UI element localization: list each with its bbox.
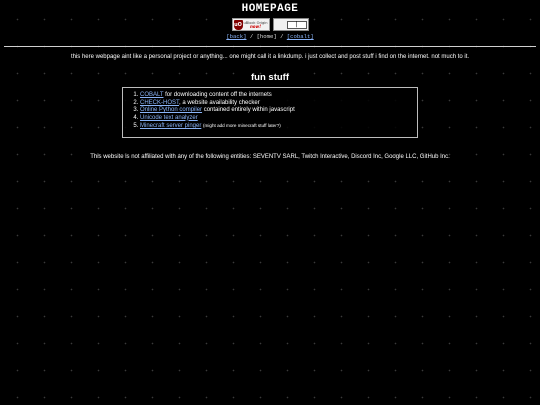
link-description: , a website availability checker	[179, 99, 260, 106]
check-host-link[interactable]: CHECK-HOST	[140, 100, 179, 106]
link-description: contained entirely within javascript	[202, 107, 295, 113]
ublock-badge-text: uBlock Origin now!	[244, 21, 268, 29]
python-compiler-link[interactable]: Online Python compiler	[140, 107, 202, 113]
badge-row: uO uBlock Origin now! |	[0, 17, 540, 32]
header: HOMEPAGE uO uBlock Origin now! | [back] …	[0, 0, 540, 41]
unicode-analyzer-link[interactable]: Unicode text analyzer	[140, 115, 198, 121]
intro-text: this here webpage aint like a personal p…	[70, 54, 470, 60]
list-item: COBALT for downloading content off the i…	[140, 92, 417, 100]
minecraft-pinger-link[interactable]: Minecraft server pinger	[140, 123, 201, 129]
disclaimer-text: This website is not affiliated with any …	[90, 154, 450, 160]
list-item: Unicode text analyzer	[140, 115, 417, 123]
links-list: COBALT for downloading content off the i…	[123, 92, 417, 131]
list-item: CHECK-HOST, a website availability check…	[140, 100, 417, 108]
page-title: HOMEPAGE	[241, 3, 299, 15]
cobalt-link[interactable]: COBALT	[140, 92, 163, 98]
section-title: fun stuff	[251, 72, 289, 83]
nav-back-link[interactable]: [back]	[226, 33, 246, 40]
theme-select-value: |	[286, 20, 307, 29]
ublock-shield-icon: uO	[233, 19, 243, 30]
theme-select[interactable]: |	[272, 18, 309, 31]
link-description: for downloading content off the internet…	[163, 92, 272, 98]
link-note: (might add more minecraft stuff later?)	[203, 123, 281, 128]
nav-cobalt-link[interactable]: [cobalt]	[287, 33, 314, 40]
list-item: Minecraft server pinger (might add more …	[140, 122, 417, 131]
header-divider	[4, 46, 536, 47]
breadcrumb: [back] / [home] / [cobalt]	[0, 33, 540, 41]
nav-separator: /	[249, 33, 254, 40]
ublock-origin-badge[interactable]: uO uBlock Origin now!	[231, 18, 270, 31]
ublock-badge-line2: now!	[249, 23, 262, 29]
links-panel: COBALT for downloading content off the i…	[122, 87, 418, 138]
nav-separator: /	[280, 33, 284, 40]
list-item: Online Python compiler contained entirel…	[140, 107, 417, 115]
nav-home-current: [home]	[256, 33, 277, 40]
